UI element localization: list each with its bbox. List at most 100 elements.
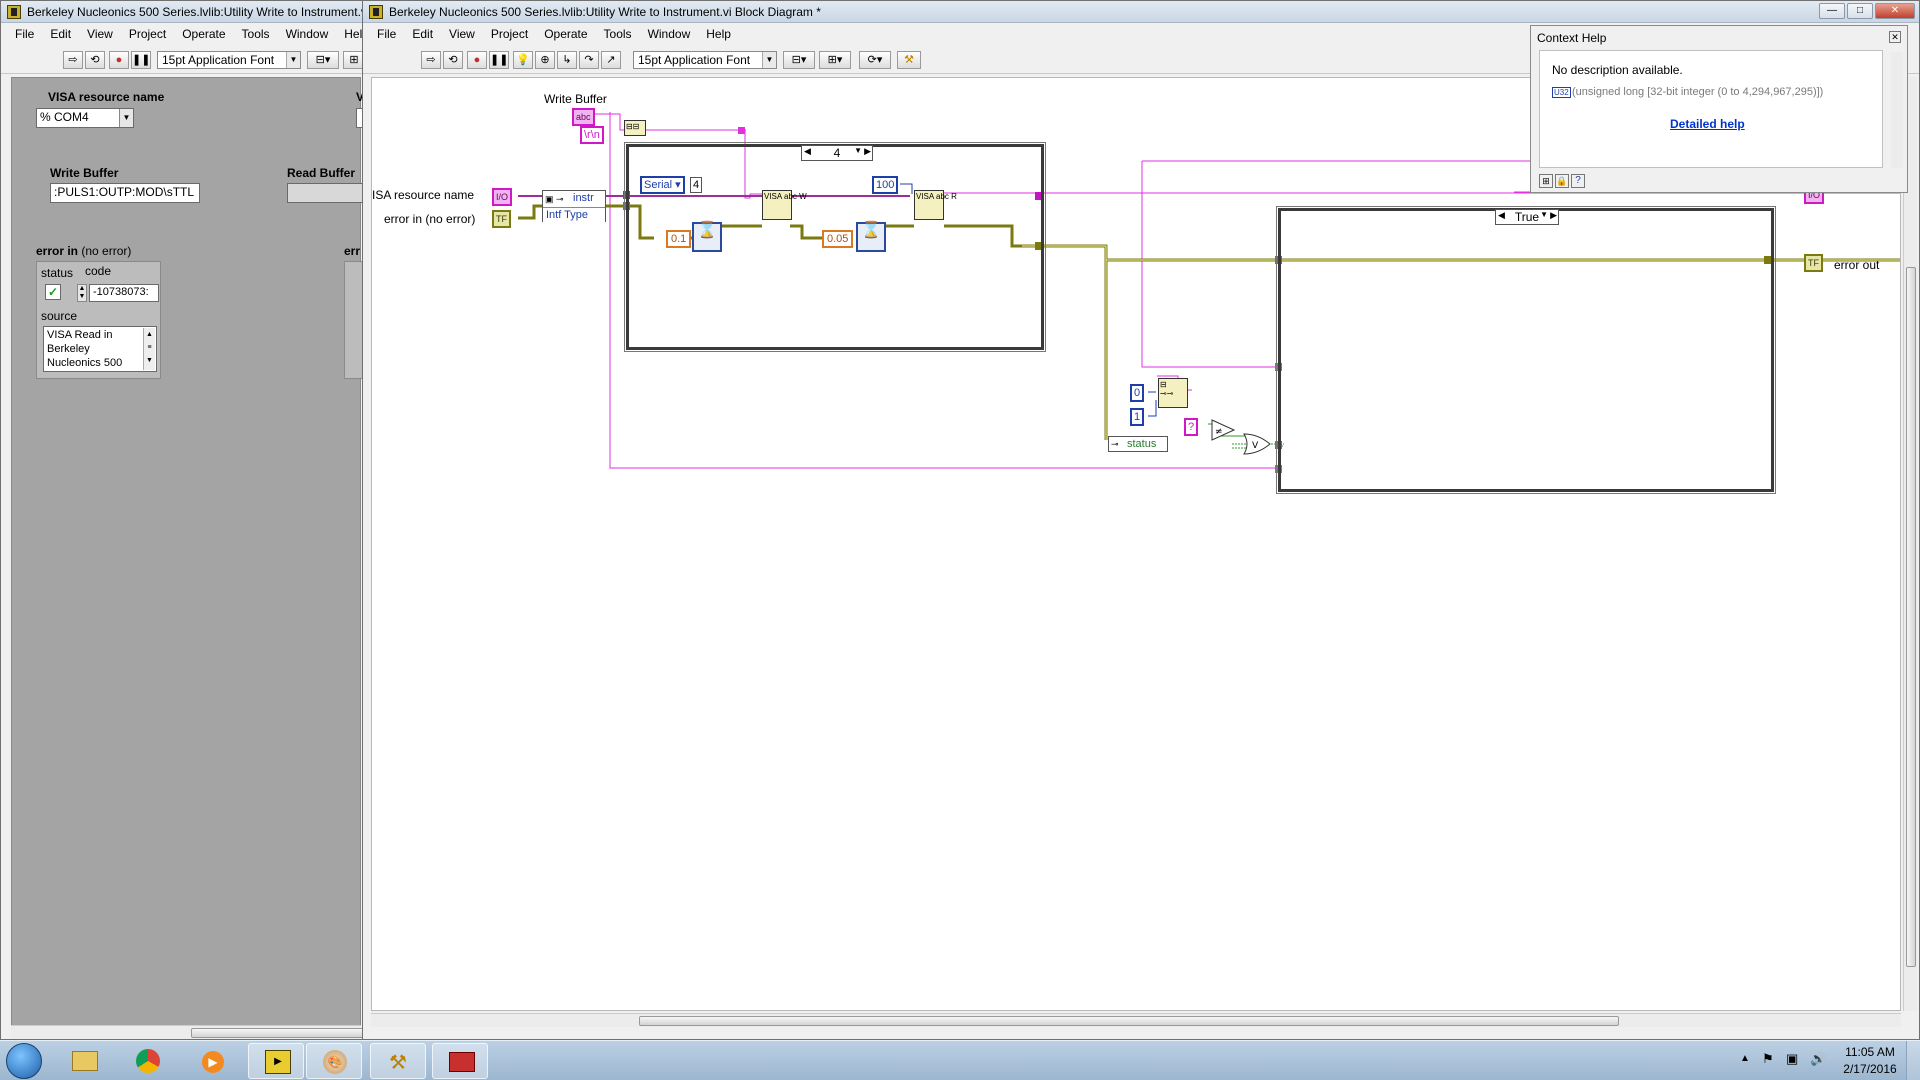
context-help-vscroll[interactable] — [1891, 52, 1903, 168]
show-hidden-icons-icon[interactable]: ▲ — [1740, 1053, 1750, 1064]
concatenate-strings-icon[interactable]: ⊟⊟ — [624, 120, 646, 136]
vscroll-thumb[interactable] — [1906, 267, 1916, 967]
chevron-down-icon[interactable]: ▼ — [1540, 210, 1548, 219]
menu-edit[interactable]: Edit — [42, 24, 79, 44]
diagram-hscroll[interactable] — [371, 1013, 1901, 1027]
visa-resource-control[interactable]: % COM4 ▼ — [36, 108, 134, 128]
menu-window[interactable]: Window — [278, 24, 337, 44]
source-scrollbar[interactable]: ▲ ≡ ▼ — [143, 328, 155, 370]
network-icon[interactable]: ▣ — [1786, 1051, 1798, 1067]
menu-edit[interactable]: Edit — [404, 24, 441, 44]
visa-read-node[interactable]: VISA abc R — [914, 190, 957, 220]
taskbar-file-explorer[interactable] — [56, 1043, 112, 1079]
block-diagram-titlebar[interactable]: Berkeley Nucleonics 500 Series.lvlib:Uti… — [363, 1, 1919, 23]
wait-constant-2[interactable]: 0.05 — [822, 230, 854, 248]
code-spinner-icon[interactable]: ▲ ▼ — [77, 284, 87, 302]
menu-view[interactable]: View — [79, 24, 121, 44]
action-center-flag-icon[interactable]: ⚑ — [1762, 1051, 1774, 1067]
menu-tools[interactable]: Tools — [234, 24, 278, 44]
taskbar-labview[interactable]: ▶ — [248, 1043, 304, 1079]
run-continuously-icon[interactable]: ⟲ — [443, 51, 463, 69]
menu-file[interactable]: File — [7, 24, 42, 44]
taskbar-tools[interactable]: ⚒ — [370, 1043, 426, 1079]
unbundle-status-node[interactable]: ⊸ status — [1108, 436, 1168, 452]
show-optional-terminals-icon[interactable]: ⊞ — [1539, 174, 1553, 188]
zero-constant[interactable]: 0 — [1130, 384, 1145, 402]
pause-icon[interactable]: ❚❚ — [489, 51, 509, 69]
show-desktop-button[interactable] — [1906, 1041, 1920, 1080]
block-diagram-canvas[interactable]: ≠ V Write Buffer ISA resource name error… — [371, 77, 1901, 1011]
pause-icon[interactable]: ❚❚ — [131, 51, 151, 69]
menu-operate[interactable]: Operate — [174, 24, 233, 44]
string-subset-icon[interactable]: ⊟ ⊸⊸ — [1158, 378, 1188, 408]
serial-enum-constant[interactable]: Serial ▾ — [640, 176, 685, 194]
step-over-icon[interactable]: ↷ — [579, 51, 599, 69]
bytes-constant[interactable]: 100 — [872, 176, 899, 194]
close-icon[interactable]: ✕ — [1875, 3, 1915, 19]
front-panel-titlebar[interactable]: Berkeley Nucleonics 500 Series.lvlib:Uti… — [1, 1, 367, 23]
chevron-down-icon[interactable]: ▼ — [854, 146, 862, 155]
taskbar-time[interactable]: 11:05 AM — [1840, 1045, 1900, 1059]
menu-tools[interactable]: Tools — [596, 24, 640, 44]
crlf-constant[interactable]: \r\n — [580, 126, 604, 144]
visa-resource-terminal[interactable]: I/O — [492, 188, 513, 206]
maximize-icon[interactable]: □ — [1847, 3, 1873, 19]
taskbar-media-player[interactable]: ▶ — [184, 1043, 240, 1079]
taskbar-date[interactable]: 2/17/2016 — [1840, 1062, 1900, 1076]
menu-project[interactable]: Project — [483, 24, 536, 44]
reorder-icon[interactable]: ⟳▾ — [859, 51, 891, 69]
write-buffer-control[interactable]: :PULS1:OUTP:MOD\sTTL — [50, 183, 200, 203]
menu-file[interactable]: File — [369, 24, 404, 44]
prop-intf-type[interactable]: Intf Type — [543, 207, 605, 222]
case-selector-2[interactable]: ◀ True ▼ ▶ — [1495, 209, 1559, 225]
align-objects-icon[interactable]: ⊟▾ — [307, 51, 339, 69]
align-objects-icon[interactable]: ⊟▾ — [783, 51, 815, 69]
detailed-help-link[interactable]: Detailed help — [1670, 117, 1745, 131]
visa-property-node[interactable]: ▣ ⊸ instr Intf Type — [542, 190, 606, 222]
menu-help[interactable]: Help — [698, 24, 739, 44]
wait-timer-1-icon[interactable]: ⌛ — [692, 222, 722, 252]
wait-timer-2-icon[interactable]: ⌛ — [856, 222, 886, 252]
taskbar-toolbox[interactable] — [432, 1043, 488, 1079]
code-value[interactable]: -10738073: — [89, 284, 159, 302]
font-selector[interactable]: 15pt Application Font ▼ — [157, 51, 301, 69]
run-arrow-icon[interactable]: ⇨ — [421, 51, 441, 69]
menu-operate[interactable]: Operate — [536, 24, 595, 44]
step-out-icon[interactable]: ↗ — [601, 51, 621, 69]
retain-wire-values-icon[interactable]: ⊕ — [535, 51, 555, 69]
windows-start-icon[interactable] — [6, 1043, 42, 1079]
font-selector[interactable]: 15pt Application Font ▼ — [633, 51, 777, 69]
abort-icon[interactable]: ● — [109, 51, 129, 69]
volume-icon[interactable]: 🔊 — [1810, 1051, 1826, 1067]
clean-up-diagram-icon[interactable]: ⚒ — [897, 51, 921, 69]
taskbar-paint[interactable]: 🎨 — [306, 1043, 362, 1079]
case-structure-2[interactable]: ◀ True ▼ ▶ — [1276, 206, 1776, 494]
error-in-terminal[interactable]: TF — [492, 210, 511, 228]
one-constant[interactable]: 1 — [1130, 408, 1145, 426]
source-textbox[interactable]: VISA Read in Berkeley Nucleonics 500 ▲ ≡ ▼ — [43, 326, 157, 372]
hscroll-thumb[interactable] — [191, 1028, 367, 1038]
diagram-vscroll[interactable] — [1903, 77, 1917, 1011]
run-arrow-icon[interactable]: ⇨ — [63, 51, 83, 69]
abort-icon[interactable]: ● — [467, 51, 487, 69]
lock-icon[interactable]: 🔒 — [1555, 174, 1569, 188]
question-mark-constant[interactable]: ? — [1184, 418, 1199, 436]
status-checkmark-icon[interactable]: ✓ — [45, 284, 61, 300]
close-icon[interactable]: ✕ — [1889, 31, 1901, 43]
chevron-right-icon[interactable]: ▶ — [864, 146, 871, 157]
chevron-down-icon[interactable]: ▼ — [119, 109, 133, 127]
write-buffer-terminal[interactable]: abc — [572, 108, 595, 126]
distribute-objects-icon[interactable]: ⊞▾ — [819, 51, 851, 69]
menu-project[interactable]: Project — [121, 24, 174, 44]
wait-constant-1[interactable]: 0.1 — [666, 230, 692, 248]
visa-write-node[interactable]: VISA abc W — [762, 190, 807, 220]
menu-view[interactable]: View — [441, 24, 483, 44]
minimize-icon[interactable]: — — [1819, 3, 1845, 19]
step-into-icon[interactable]: ↳ — [557, 51, 577, 69]
chevron-right-icon[interactable]: ▶ — [1550, 210, 1557, 221]
chevron-left-icon[interactable]: ◀ — [804, 146, 811, 157]
taskbar-chrome[interactable] — [120, 1043, 176, 1079]
error-out-terminal[interactable]: TF — [1804, 254, 1823, 272]
case-selector-1[interactable]: ◀ 4 ▼ ▶ — [801, 145, 873, 161]
highlight-execution-icon[interactable]: 💡 — [513, 51, 533, 69]
